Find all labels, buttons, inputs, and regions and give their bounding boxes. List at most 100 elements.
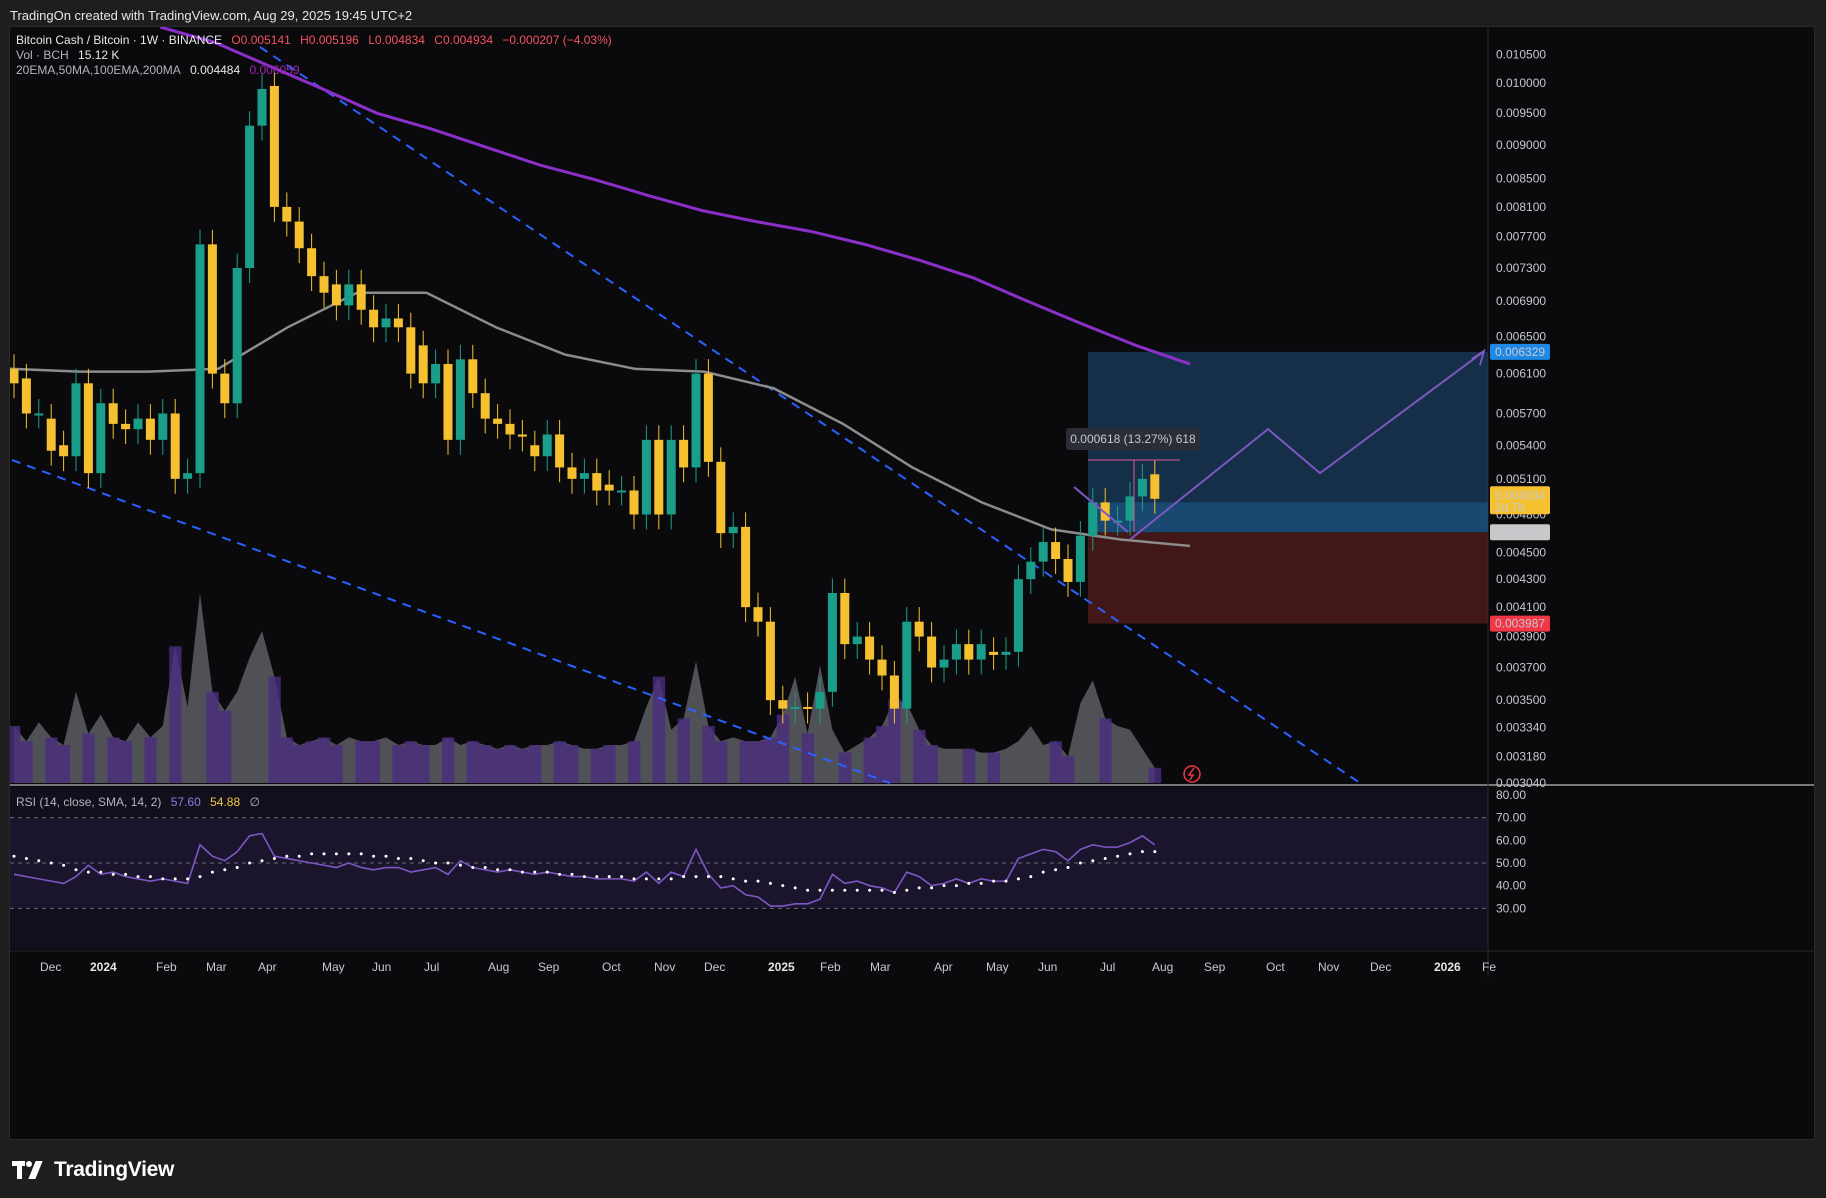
volume-bar <box>404 741 418 783</box>
rsi-ma-dot <box>483 866 487 870</box>
rsi-ma-dot <box>334 852 338 856</box>
rsi-ma-dot <box>719 875 723 879</box>
candle-body <box>703 373 713 462</box>
candle-body <box>331 284 341 306</box>
stop-zone <box>1088 532 1488 624</box>
volume-bar <box>566 745 579 783</box>
rsi-ma-dot <box>781 884 785 888</box>
chart-svg[interactable]: 0.000618 (13.27%) 618 0.010500 0.010000 0.0… <box>10 27 1814 1139</box>
chart-frame[interactable]: 0.000618 (13.27%) 618 0.010500 0.010000 0.0… <box>9 26 1815 1140</box>
rsi-ma-dot <box>843 888 847 892</box>
volume-bar <box>45 737 58 783</box>
price-tick-label: 0.006900 <box>1496 294 1546 308</box>
volume-bar <box>1099 718 1112 783</box>
time-tick-label: Oct <box>602 960 621 974</box>
rsi-ma-dot <box>471 866 475 870</box>
candle-body <box>369 309 379 328</box>
candle-body <box>183 473 193 479</box>
candle-body <box>976 644 986 660</box>
volume-bar <box>268 676 281 783</box>
volume-bar <box>305 741 318 783</box>
candle-body <box>406 327 416 374</box>
rsi-ma-dot <box>979 881 983 885</box>
rsi-value-2: 54.88 <box>210 795 241 809</box>
rsi-tick-label: 40.00 <box>1496 879 1526 893</box>
candle-body <box>269 85 279 207</box>
rsi-ma-dot <box>359 852 363 856</box>
candle-body <box>232 268 242 404</box>
rsi-ma-dot <box>421 859 425 863</box>
volume-bar <box>962 748 976 783</box>
candle-body <box>505 423 515 435</box>
candle-body <box>753 607 763 622</box>
tradingview-brand: TradingView <box>54 1158 175 1181</box>
rsi-ma-dot <box>694 875 698 879</box>
ohlc-close: C0.004934 <box>434 33 493 47</box>
candle-body <box>455 359 465 440</box>
time-tick-label: Oct <box>1266 960 1285 974</box>
rsi-ma-dot <box>508 868 512 872</box>
price-tick-label: 0.009000 <box>1496 138 1546 152</box>
volume-bar <box>10 726 21 783</box>
volume-bar <box>652 676 666 783</box>
rsi-ma-dot <box>223 868 227 872</box>
volume-bar <box>504 745 517 783</box>
symbol-name[interactable]: Bitcoin Cash / Bitcoin · 1W · BINANCE <box>16 33 222 47</box>
price-tick-label: 0.004500 <box>1496 545 1546 559</box>
time-tick-label: Sep <box>538 960 560 974</box>
time-tick-label: Aug <box>1152 960 1173 974</box>
price-tick-label: 0.003900 <box>1496 630 1546 644</box>
candle-body <box>765 621 775 701</box>
volume-bar <box>1148 767 1162 783</box>
volume-bar <box>479 745 492 783</box>
tradingview-logo[interactable]: TradingView <box>12 1158 174 1182</box>
rsi-ma-dot <box>384 854 388 858</box>
rsi-ma-dot <box>954 884 958 888</box>
rsi-ma-dot <box>186 877 190 881</box>
volume-bar <box>776 714 790 783</box>
footer: TradingView <box>0 1140 1826 1198</box>
candle-body <box>71 383 81 457</box>
volume-bar <box>1049 741 1062 783</box>
volume-label[interactable]: Vol · BCH <box>16 48 69 62</box>
ma-value-2: 0.006059 <box>249 63 300 77</box>
rsi-ma-dot <box>930 886 934 890</box>
rsi-ma-dot <box>124 872 128 876</box>
candle-body <box>207 244 217 374</box>
rsi-label[interactable]: RSI (14, close, SMA, 14, 2) <box>16 795 161 809</box>
rsi-ma-dot <box>682 875 686 879</box>
rsi-ma-dot <box>310 852 314 856</box>
candle-body <box>480 393 490 419</box>
candle-body <box>1026 561 1036 580</box>
rsi-ma-dot <box>347 852 351 856</box>
rsi-tick-label: 30.00 <box>1496 901 1526 915</box>
candle-body <box>1063 559 1073 582</box>
rsi-ma-dot <box>49 861 53 865</box>
price-tick-label: 0.006500 <box>1496 329 1546 343</box>
rsi-ma-dot <box>756 879 760 883</box>
candle-body <box>344 284 354 306</box>
rsi-ma-dot <box>434 861 438 865</box>
rsi-ma-dot <box>1054 868 1058 872</box>
rsi-ma-dot <box>99 870 103 874</box>
candle-body <box>604 484 614 491</box>
volume-bar <box>218 710 232 783</box>
candle-body <box>803 706 813 709</box>
candle-body <box>59 445 69 457</box>
volume-bar <box>169 646 182 783</box>
time-tick-label: Sep <box>1204 960 1226 974</box>
candle-body <box>121 423 131 430</box>
profit-zone <box>1088 502 1488 533</box>
rsi-ma-dot <box>12 854 16 858</box>
candle-body <box>790 706 800 709</box>
time-tick-label: Nov <box>1318 960 1339 974</box>
candle-body <box>629 490 639 515</box>
ma-label[interactable]: 20EMA,50MA,100EMA,200MA <box>16 63 181 77</box>
volume-bar <box>528 745 542 783</box>
candle-body <box>393 318 403 328</box>
volume-legend: Vol · BCH 15.12 K <box>16 48 125 62</box>
time-tick-label: May <box>322 960 345 974</box>
rsi-ma-dot <box>744 879 748 883</box>
rsi-ma-dot <box>458 863 462 867</box>
rsi-ma-dot <box>582 875 586 879</box>
